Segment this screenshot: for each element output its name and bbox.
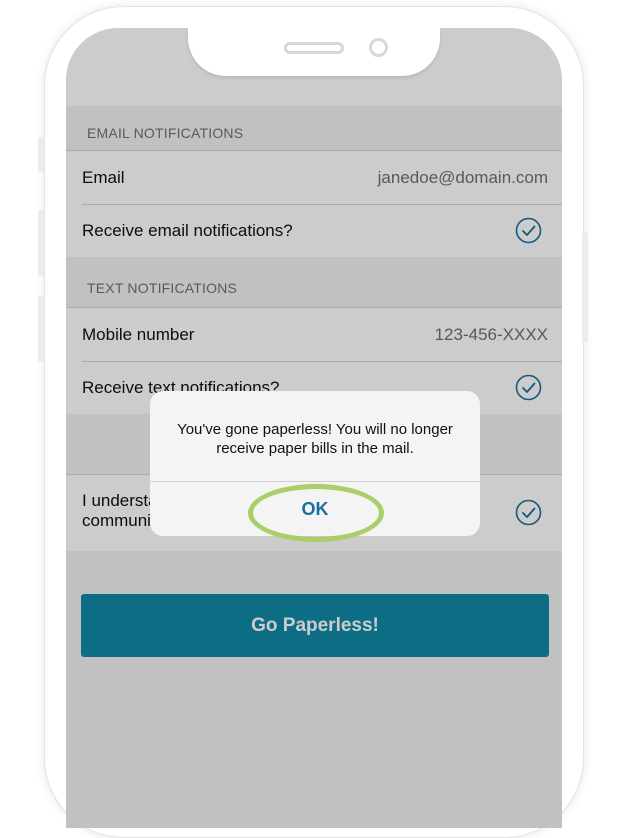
front-camera [369,38,388,57]
highlight-ring [248,484,384,542]
notch [188,28,440,76]
speaker [284,42,344,54]
side-button-silent [38,137,44,172]
side-button-volume-up [38,210,44,276]
alert-message: You've gone paperless! You will no longe… [177,421,453,457]
side-button-volume-down [38,296,44,362]
side-button-power [582,232,588,342]
